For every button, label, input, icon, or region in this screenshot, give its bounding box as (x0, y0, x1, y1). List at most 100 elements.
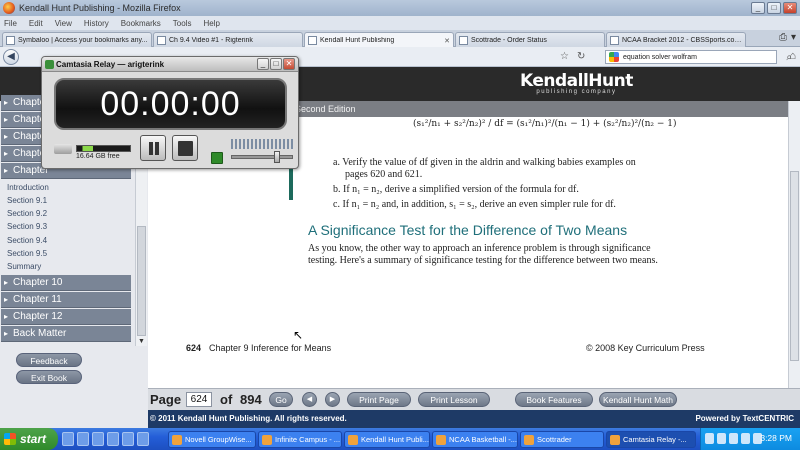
camtasia-window-controls: _ □ ✕ (257, 58, 295, 70)
tray-icon[interactable] (717, 433, 726, 444)
list-tabs-icon[interactable]: ▾ (791, 32, 796, 43)
quick-launch-icon[interactable] (137, 432, 149, 446)
menu-view[interactable]: View (55, 19, 72, 28)
page-icon (610, 35, 619, 45)
tab-label: Kendall Hunt Publishing (320, 37, 395, 44)
tab-symbaloo[interactable]: Symbaloo | Access your bookmarks any... (2, 32, 152, 47)
quick-launch-icon[interactable] (62, 432, 74, 446)
quick-launch (62, 432, 149, 446)
camtasia-minimize-button[interactable]: _ (257, 58, 269, 70)
pause-button[interactable] (140, 135, 166, 161)
menu-help[interactable]: Help (203, 19, 219, 28)
maximize-button[interactable]: □ (767, 2, 781, 14)
volume-slider-knob[interactable] (274, 151, 280, 163)
scroll-down-icon[interactable]: ▼ (138, 338, 145, 345)
sidebar-section-summary[interactable]: Summary (7, 262, 41, 271)
microphone-icon[interactable] (211, 152, 223, 164)
minimize-button[interactable]: _ (751, 2, 765, 14)
search-value: equation solver wolfram (623, 53, 697, 61)
edition-label: Second Edition (295, 104, 356, 114)
page-label: Page (150, 392, 182, 407)
sidebar-section-9-3[interactable]: Section 9.3 (7, 222, 47, 231)
menu-history[interactable]: History (84, 19, 109, 28)
taskbar-item-infinite-campus[interactable]: Infinite Campus - ... (258, 431, 342, 448)
back-button[interactable]: ◀ (3, 49, 19, 65)
sidebar-back-matter[interactable]: Back Matter (1, 326, 131, 342)
page-number-input[interactable]: 624 (186, 392, 212, 407)
sidebar-section-9-2[interactable]: Section 9.2 (7, 209, 47, 218)
powered-by-text: Powered by TextCENTRIC (695, 414, 794, 423)
tab-kendall-hunt[interactable]: Kendall Hunt Publishing ✕ (304, 32, 454, 48)
tab-label: Ch 9.4 Video #1 - Rigterink (169, 36, 253, 44)
menu-file[interactable]: File (4, 19, 17, 28)
page-scrollbar[interactable] (788, 101, 800, 388)
tray-icon[interactable] (705, 433, 714, 444)
camtasia-relay-window: Camtasia Relay — arigterink _ □ ✕ 00:00:… (41, 56, 299, 169)
window-controls: _ □ ✕ (751, 2, 797, 14)
sidebar-chapter-11[interactable]: Chapter 11 (1, 292, 131, 308)
bookmark-star-icon[interactable]: ☆ (560, 51, 569, 62)
page-icon (6, 35, 15, 45)
quick-launch-icon[interactable] (122, 432, 134, 446)
disk-space-meter (76, 145, 131, 152)
menu-bookmarks[interactable]: Bookmarks (121, 19, 161, 28)
menu-tools[interactable]: Tools (173, 19, 192, 28)
quick-launch-icon[interactable] (107, 432, 119, 446)
camtasia-close-button[interactable]: ✕ (283, 58, 295, 70)
sidebar-chapter-12[interactable]: Chapter 12 (1, 309, 131, 325)
kendall-hunt-math-button[interactable]: Kendall Hunt Math (599, 392, 677, 407)
tray-icon[interactable] (741, 433, 750, 444)
volume-slider[interactable] (231, 151, 293, 163)
clock: 3:28 PM (760, 433, 792, 443)
home-icon[interactable]: ⌂ (789, 50, 796, 62)
sidebar-section-introduction[interactable]: Introduction (7, 183, 49, 192)
window-title: Kendall Hunt Publishing - Mozilla Firefo… (19, 3, 181, 13)
book-features-button[interactable]: Book Features (515, 392, 593, 407)
kendall-hunt-logo: KendallHunt publishing company (520, 71, 633, 95)
google-icon (609, 52, 619, 62)
reload-icon[interactable]: ↻ (577, 51, 585, 62)
url-actions: ☆ ↻ (560, 51, 585, 62)
sidebar-scroll-thumb[interactable] (137, 226, 146, 336)
start-button[interactable]: start (0, 428, 58, 450)
taskbar-item-scottrader[interactable]: Scottrader (520, 431, 604, 448)
page-scroll-thumb[interactable] (790, 171, 799, 361)
of-label: of (220, 392, 233, 407)
close-button[interactable]: ✕ (783, 2, 797, 14)
logo-main: KendallHunt (520, 71, 633, 91)
stop-button[interactable] (172, 135, 198, 161)
tab-label: NCAA Bracket 2012 - CBSSports.com N... (622, 36, 742, 44)
exit-book-button[interactable]: Exit Book (16, 370, 82, 384)
close-tab-icon[interactable]: ✕ (444, 37, 450, 45)
page-number: 624 (186, 343, 202, 353)
sidebar-section-9-4[interactable]: Section 9.4 (7, 236, 47, 245)
tab-video[interactable]: Ch 9.4 Video #1 - Rigterink (153, 32, 303, 47)
previous-page-icon[interactable]: ◀ (302, 392, 317, 407)
search-input[interactable]: equation solver wolfram ⌕ (605, 50, 792, 64)
section-heading: A Significance Test for the Difference o… (308, 222, 628, 238)
tab-scottrade[interactable]: Scottrade - Order Status (455, 32, 605, 47)
tray-icons (705, 433, 762, 444)
page-icon (157, 35, 166, 45)
sidebar-section-9-1[interactable]: Section 9.1 (7, 196, 47, 205)
go-button[interactable]: Go (269, 392, 293, 407)
page-footer-copyright: © 2008 Key Curriculum Press (586, 343, 705, 353)
print-page-button[interactable]: Print Page (347, 392, 411, 407)
taskbar-item-ncaa[interactable]: NCAA Basketball -... (432, 431, 518, 448)
taskbar-item-camtasia[interactable]: Camtasia Relay -... (606, 431, 696, 448)
windows-taskbar: start Novell GroupWise... Infinite Campu… (0, 428, 800, 450)
sidebar-section-9-5[interactable]: Section 9.5 (7, 249, 47, 258)
quick-launch-icon[interactable] (77, 432, 89, 446)
feedback-button[interactable]: Feedback (16, 353, 82, 367)
quick-launch-icon[interactable] (92, 432, 104, 446)
next-page-icon[interactable]: ▶ (325, 392, 340, 407)
sidebar-chapter-10[interactable]: Chapter 10 (1, 275, 131, 291)
tray-icon[interactable] (729, 433, 738, 444)
taskbar-item-kendall-hunt[interactable]: Kendall Hunt Publi... (344, 431, 430, 448)
menu-edit[interactable]: Edit (29, 19, 43, 28)
camtasia-maximize-button[interactable]: □ (270, 58, 282, 70)
taskbar-item-groupwise[interactable]: Novell GroupWise... (168, 431, 256, 448)
tab-ncaa[interactable]: NCAA Bracket 2012 - CBSSports.com N... (606, 32, 746, 47)
print-lesson-button[interactable]: Print Lesson (418, 392, 490, 407)
print-icon[interactable]: ⎙ (779, 32, 787, 43)
